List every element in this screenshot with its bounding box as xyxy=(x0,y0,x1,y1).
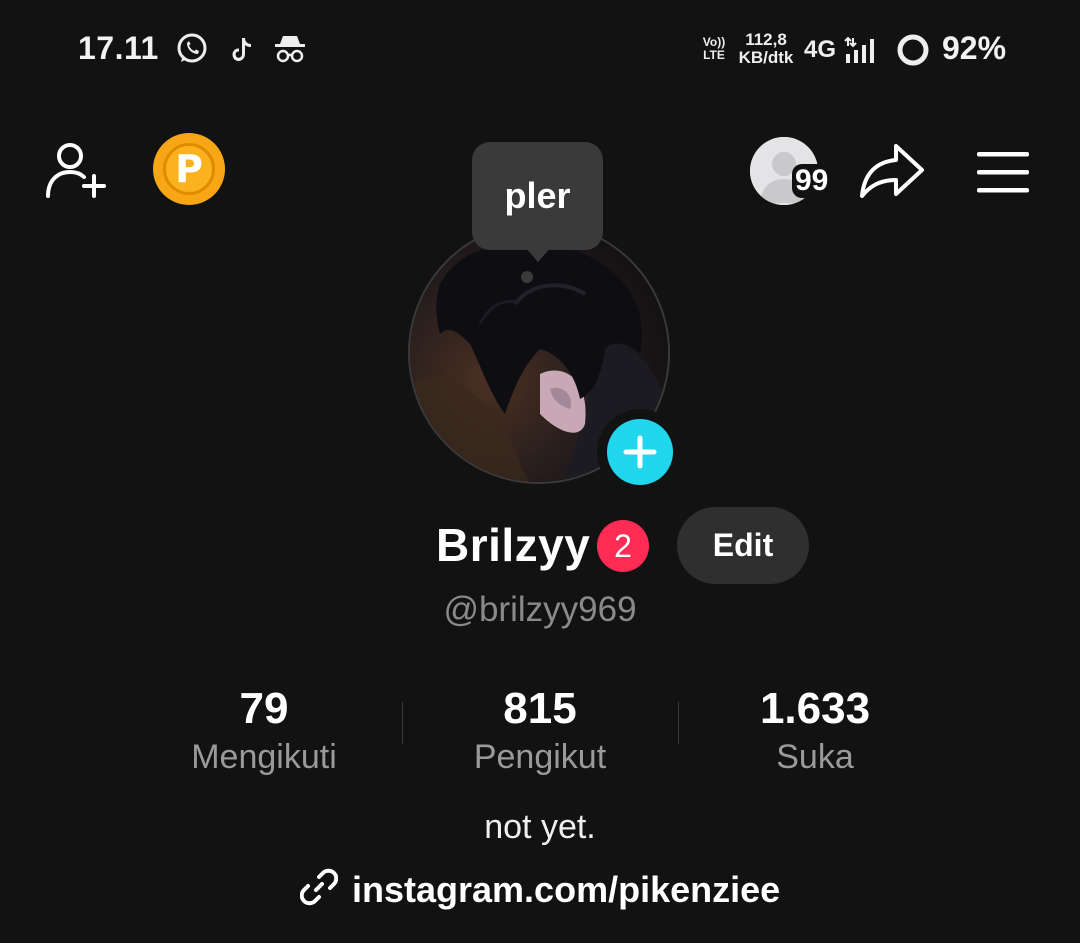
stat-following-value: 79 xyxy=(239,684,289,733)
coin-letter: P xyxy=(163,143,215,195)
add-story-button[interactable] xyxy=(597,409,683,495)
stat-followers-label: Pengikut xyxy=(473,738,607,776)
tooltip-tail xyxy=(524,246,552,262)
stat-following-label: Mengikuti xyxy=(191,738,337,776)
menu-icon[interactable] xyxy=(975,150,1031,199)
stat-divider xyxy=(402,702,403,744)
link-icon xyxy=(299,868,339,911)
share-icon[interactable] xyxy=(858,142,926,205)
add-friend-icon[interactable] xyxy=(44,140,110,205)
network-speed-unit: KB/dtk xyxy=(738,48,794,67)
edit-profile-button[interactable]: Edit xyxy=(677,507,809,584)
network-type: 4G xyxy=(804,36,837,63)
bio-link[interactable]: instagram.com/pikenziee xyxy=(299,868,780,911)
stat-followers-value: 815 xyxy=(503,684,577,733)
signal-icon xyxy=(844,36,880,69)
whatsapp-icon xyxy=(174,32,210,66)
tooltip-dot xyxy=(521,271,533,283)
stat-likes-value: 1.633 xyxy=(759,684,871,733)
stat-followers[interactable]: 815 Pengikut xyxy=(420,684,660,780)
stat-following[interactable]: 79 Mengikuti xyxy=(144,684,384,780)
profile-visitors-count[interactable]: 99 xyxy=(792,164,832,198)
bio-link-text[interactable]: instagram.com/pikenziee xyxy=(352,869,780,911)
status-time: 17.11 xyxy=(78,30,159,66)
stat-likes-label: Suka xyxy=(776,738,854,776)
battery-level: 92% xyxy=(942,30,1007,66)
battery-icon xyxy=(896,33,930,72)
stat-likes[interactable]: 1.633 Suka xyxy=(695,684,935,780)
username: @brilzyy969 xyxy=(443,590,637,629)
bio-text: not yet. xyxy=(484,808,596,846)
tiktok-icon xyxy=(230,32,254,66)
display-name: Brilzyy xyxy=(436,519,591,571)
plus-icon xyxy=(607,419,673,485)
network-speed-value: 112,8 xyxy=(745,30,787,49)
volte-indicator: Vo)) LTE xyxy=(702,35,726,62)
stat-divider xyxy=(678,702,679,744)
incognito-icon xyxy=(272,32,308,66)
coin-button[interactable]: P xyxy=(153,133,225,205)
notification-badge: 2 xyxy=(597,520,649,572)
profile-note-tooltip[interactable]: pler xyxy=(472,142,603,250)
network-speed: 112,8 KB/dtk xyxy=(733,31,799,67)
